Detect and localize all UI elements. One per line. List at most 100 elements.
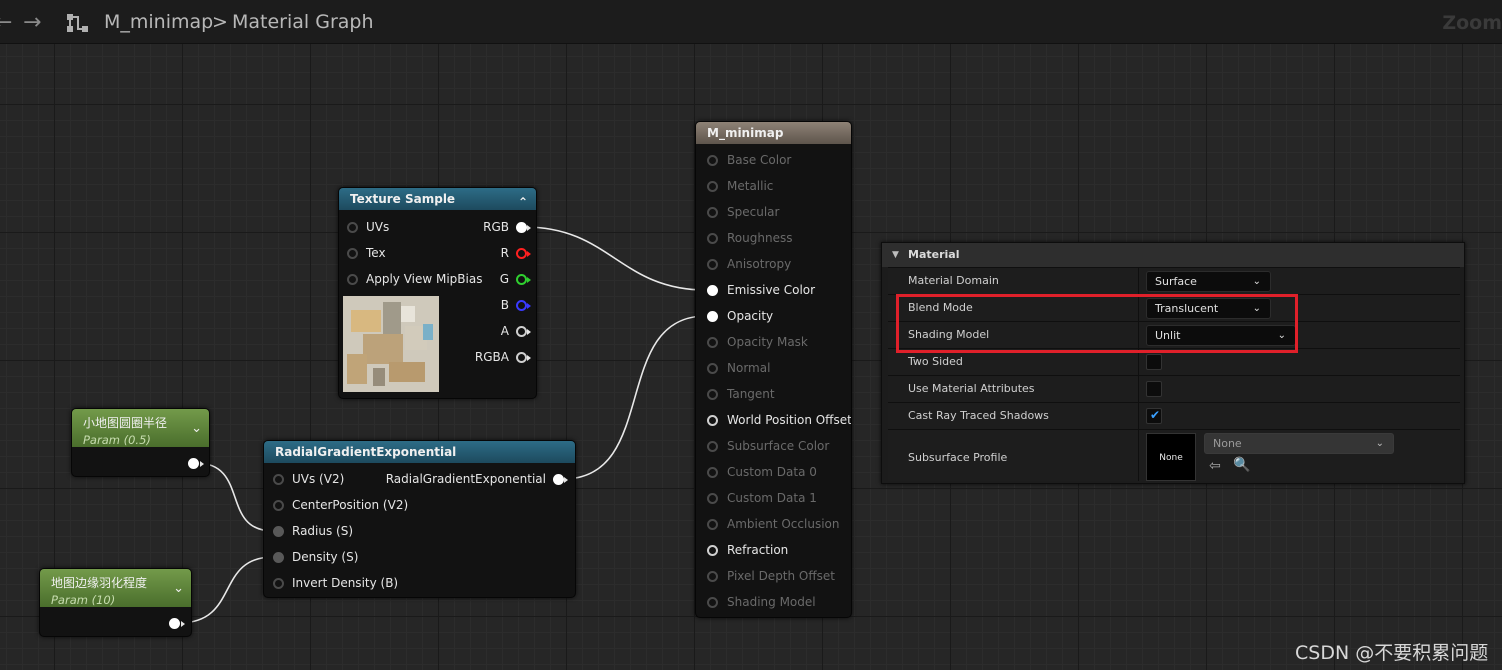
- dropdown-value: None: [1213, 437, 1242, 450]
- pin-circle-icon[interactable]: [707, 311, 718, 322]
- pin-circle-icon[interactable]: [707, 389, 718, 400]
- pin-circle-icon[interactable]: [707, 337, 718, 348]
- material-result-node[interactable]: M_minimap Base Color Metallic Specular Roug…: [695, 121, 852, 618]
- pin-label: Invert Density (B): [292, 576, 399, 590]
- wire-density-param: [178, 556, 274, 624]
- pin-arrow-icon: [527, 225, 531, 231]
- wire-gradient-to-opacity: [562, 315, 707, 480]
- pin-label: Shading Model: [727, 595, 816, 609]
- pin-circle-icon[interactable]: [516, 300, 527, 311]
- pin-label: Pixel Depth Offset: [727, 569, 835, 583]
- pin-label: A: [500, 324, 509, 338]
- pin-arrow-icon: [181, 621, 185, 627]
- pin-arrow-icon: [200, 461, 204, 467]
- texture-sample-node[interactable]: Texture Sample ⌃ UVs Tex Apply View MipB…: [338, 187, 537, 399]
- pin-label: Tex: [366, 246, 386, 260]
- row-subsurface-profile: Subsurface Profile None None ⌄ ⇦ 🔍: [888, 429, 1460, 481]
- pin-a-output[interactable]: A: [476, 324, 536, 338]
- pin-circle-icon[interactable]: [273, 526, 284, 537]
- pin-label: Radius (S): [292, 524, 354, 538]
- csdn-watermark: CSDN @不要积累问题: [1295, 642, 1489, 664]
- pin-gradient-output[interactable]: RadialGradientExponential: [375, 472, 575, 486]
- pin-label: UVs (V2): [292, 472, 345, 486]
- pin-circle-icon[interactable]: [707, 545, 718, 556]
- pin-g-output[interactable]: G: [476, 272, 536, 286]
- pin-circle-icon[interactable]: [516, 222, 527, 233]
- pin-circle-icon[interactable]: [273, 500, 284, 511]
- pin-circle-icon[interactable]: [707, 467, 718, 478]
- wire-rgb-to-emissive: [524, 226, 707, 291]
- pin-circle-icon[interactable]: [707, 259, 718, 270]
- pin-circle-icon[interactable]: [347, 222, 358, 233]
- param-output-pin[interactable]: [188, 458, 199, 469]
- pin-label: UVs: [366, 220, 390, 234]
- chevron-down-icon[interactable]: ⌄: [173, 581, 184, 596]
- subsurface-profile-thumbnail[interactable]: None: [1146, 433, 1196, 481]
- material-domain-dropdown[interactable]: Surface ⌄: [1146, 271, 1271, 292]
- pin-circle-icon[interactable]: [347, 248, 358, 259]
- chevron-down-icon: ⌄: [1252, 276, 1261, 287]
- cast-ray-traced-shadows-checkbox[interactable]: ✔: [1146, 408, 1162, 424]
- pin-r-output[interactable]: R: [476, 246, 536, 260]
- pin-circle-icon[interactable]: [707, 181, 718, 192]
- material-result-header[interactable]: M_minimap: [696, 122, 851, 144]
- pin-circle-icon[interactable]: [273, 552, 284, 563]
- density-param-header[interactable]: 地图边缘羽化程度 Param (10) ⌄: [40, 569, 191, 607]
- pin-rgb-output[interactable]: RGB: [476, 220, 536, 234]
- pin-circle-icon[interactable]: [707, 597, 718, 608]
- material-section-header[interactable]: ▼ Material: [882, 243, 1464, 267]
- pin-label: Refraction: [727, 543, 789, 557]
- pin-circle-icon[interactable]: [516, 248, 527, 259]
- column-divider[interactable]: [1138, 268, 1139, 294]
- radial-gradient-node[interactable]: RadialGradientExponential UVs (V2) Cente…: [263, 440, 576, 598]
- pin-circle-icon[interactable]: [707, 363, 718, 374]
- prop-label: Use Material Attributes: [908, 382, 1035, 395]
- pin-circle-icon[interactable]: [553, 474, 564, 485]
- column-divider[interactable]: [1138, 430, 1139, 481]
- pin-b-output[interactable]: B: [476, 298, 536, 312]
- pin-label: Custom Data 1: [727, 491, 817, 505]
- density-param-node[interactable]: 地图边缘羽化程度 Param (10) ⌄: [39, 568, 192, 637]
- pin-rgba-output[interactable]: RGBA: [474, 350, 536, 364]
- pin-circle-icon[interactable]: [707, 441, 718, 452]
- pin-label: Apply View MipBias: [366, 272, 483, 286]
- pin-circle-icon[interactable]: [273, 474, 284, 485]
- subsurface-profile-dropdown[interactable]: None ⌄: [1204, 433, 1394, 454]
- pin-circle-icon[interactable]: [516, 274, 527, 285]
- pin-circle-icon[interactable]: [707, 285, 718, 296]
- pin-label: Roughness: [727, 231, 793, 245]
- pin-circle-icon[interactable]: [707, 155, 718, 166]
- pin-circle-icon[interactable]: [273, 578, 284, 589]
- pin-circle-icon[interactable]: [707, 415, 718, 426]
- collapse-chevron-icon[interactable]: ⌃: [518, 191, 528, 213]
- pin-label: World Position Offset: [727, 413, 852, 427]
- use-material-attributes-checkbox[interactable]: [1146, 381, 1162, 397]
- pin-label: Emissive Color: [727, 283, 816, 297]
- pin-label: Tangent: [727, 387, 775, 401]
- pin-label: RGBA: [474, 350, 509, 364]
- texture-sample-title[interactable]: Texture Sample ⌃: [339, 188, 536, 210]
- use-selected-icon[interactable]: ⇦: [1209, 458, 1221, 474]
- chevron-down-icon[interactable]: ⌄: [191, 421, 202, 436]
- pin-circle-icon[interactable]: [707, 493, 718, 504]
- two-sided-checkbox[interactable]: [1146, 354, 1162, 370]
- pin-circle-icon[interactable]: [707, 207, 718, 218]
- pin-circle-icon[interactable]: [707, 571, 718, 582]
- collapse-triangle-icon[interactable]: ▼: [892, 243, 899, 267]
- radius-param-node[interactable]: 小地图圆圈半径 Param (0.5) ⌄: [71, 408, 210, 477]
- pin-circle-icon[interactable]: [707, 233, 718, 244]
- radius-param-header[interactable]: 小地图圆圈半径 Param (0.5) ⌄: [72, 409, 209, 447]
- pin-circle-icon[interactable]: [347, 274, 358, 285]
- pin-circle-icon[interactable]: [707, 519, 718, 530]
- pin-circle-icon[interactable]: [516, 352, 527, 363]
- param-output-pin[interactable]: [169, 618, 180, 629]
- pin-label: Ambient Occlusion: [727, 517, 840, 531]
- pin-circle-icon[interactable]: [516, 326, 527, 337]
- browse-icon[interactable]: 🔍: [1233, 457, 1250, 473]
- column-divider[interactable]: [1138, 403, 1139, 429]
- radial-gradient-header[interactable]: RadialGradientExponential: [264, 441, 575, 463]
- pin-arrow-icon: [527, 277, 531, 283]
- column-divider[interactable]: [1138, 376, 1139, 402]
- texture-preview-thumbnail: [343, 296, 439, 392]
- prop-label: Subsurface Profile: [908, 451, 1008, 464]
